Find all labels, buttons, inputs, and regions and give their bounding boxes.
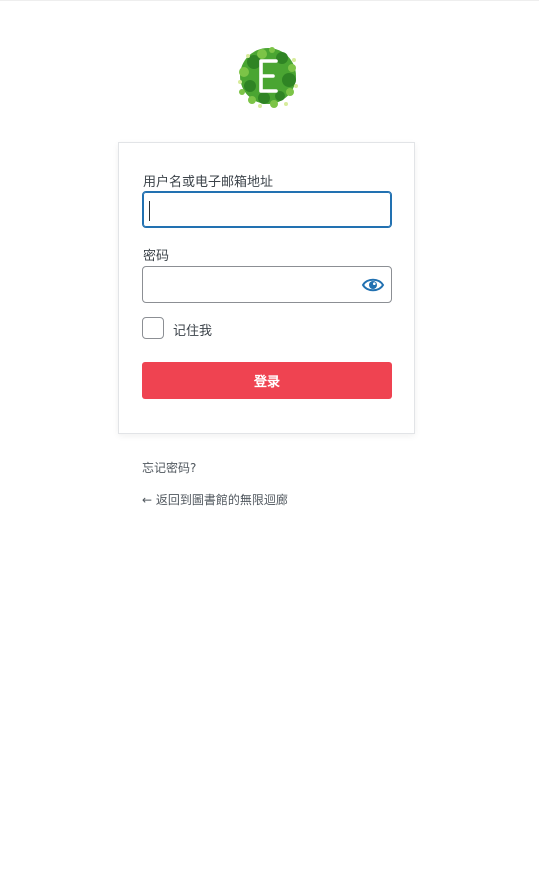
show-password-button[interactable] (360, 275, 386, 295)
back-to-site-link[interactable]: ← 返回到圖書館的無限迴廊 (142, 491, 288, 508)
top-divider (0, 0, 539, 1)
username-label: 用户名或电子邮箱地址 (143, 175, 274, 190)
site-logo[interactable] (234, 42, 302, 110)
password-input[interactable] (142, 266, 392, 303)
lost-password-link[interactable]: 忘记密码? (142, 459, 196, 476)
eye-icon (361, 278, 385, 292)
remember-me-label[interactable]: 记住我 (173, 320, 212, 339)
text-caret (149, 201, 150, 221)
login-card: 用户名或电子邮箱地址 密码 记住我 登录 (118, 142, 415, 434)
username-input[interactable] (142, 191, 392, 228)
login-button[interactable]: 登录 (142, 362, 392, 399)
remember-me-checkbox[interactable] (142, 317, 164, 339)
e-leaf-logo-icon (238, 47, 298, 108)
password-label: 密码 (143, 249, 170, 264)
